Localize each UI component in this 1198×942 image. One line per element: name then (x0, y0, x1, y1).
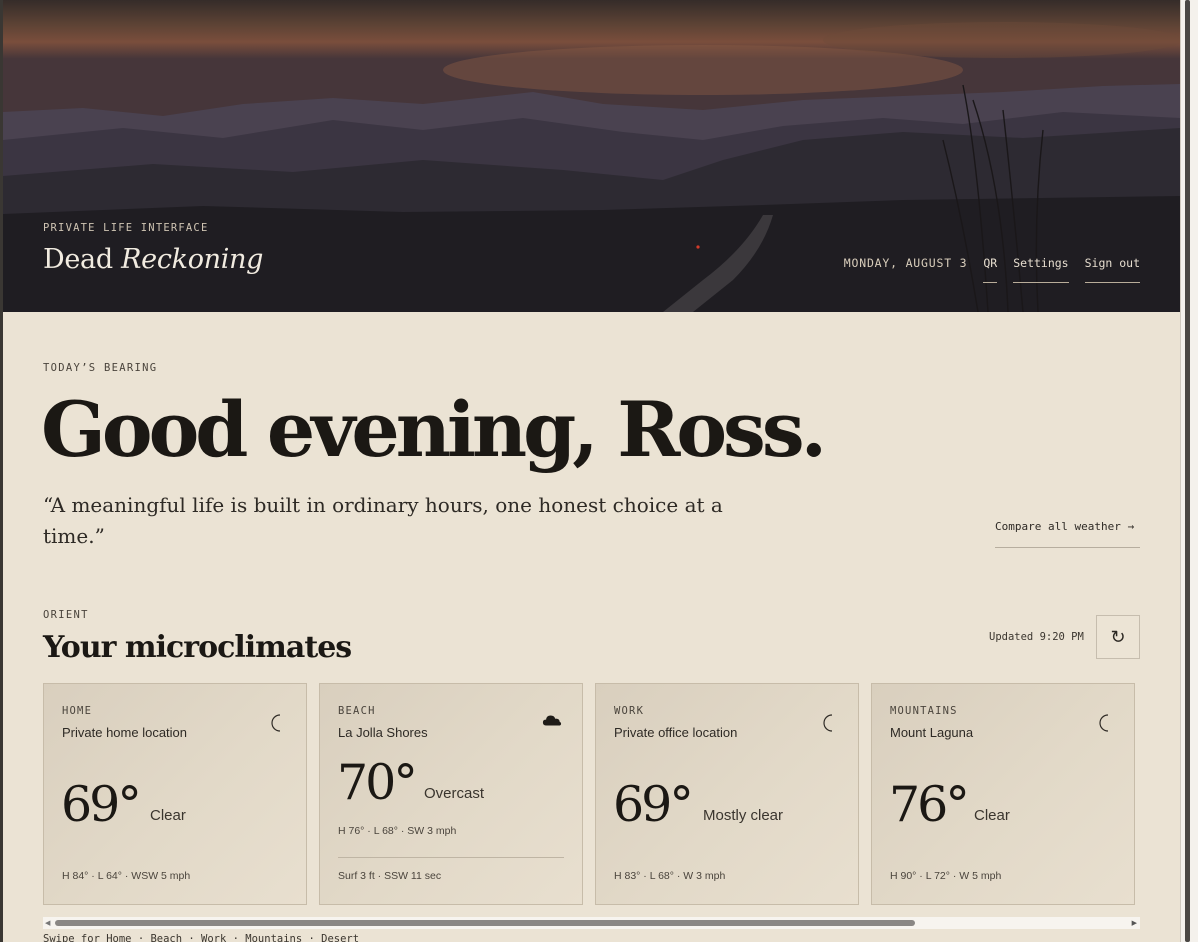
scroll-right-arrow-icon[interactable]: ▶ (1132, 919, 1137, 927)
refresh-icon: ↻ (1110, 626, 1126, 647)
card-temperature: 76° (889, 776, 970, 833)
refresh-button[interactable]: ↻ (1096, 615, 1140, 659)
daily-quote: “A meaningful life is built in ordinary … (43, 493, 723, 548)
card-kind: MOUNTAINS (890, 705, 958, 717)
compare-weather-link[interactable]: Compare all weather → (995, 520, 1140, 548)
updated-timestamp: Updated 9:20 PM (989, 631, 1084, 643)
current-date: MONDAY, AUGUST 3 (843, 256, 968, 270)
header-nav: MONDAY, AUGUST 3 QR Settings Sign out (844, 256, 1140, 283)
microclimate-card-beach[interactable]: BEACH La Jolla Shores 70° Overcast H 76°… (319, 683, 583, 905)
card-details: H 76° · L 68° · SW 3 mph (338, 825, 457, 837)
greeting-heading: Good evening, Ross. (41, 385, 827, 474)
card-place: Private office location (614, 725, 738, 740)
card-temperature: 70° (337, 754, 418, 811)
bearing-label: TODAY’S BEARING (43, 362, 158, 374)
moon-icon (823, 714, 833, 732)
vertical-scrollbar[interactable] (1180, 0, 1198, 942)
card-kind: WORK (614, 705, 645, 717)
card-temperature: 69° (613, 776, 694, 833)
microclimate-carousel[interactable]: HOME Private home location 69° Clear H 8… (43, 683, 1140, 905)
card-condition: Overcast (424, 785, 485, 802)
card-details: H 83° · L 68° · W 3 mph (614, 870, 726, 882)
orient-label: ORIENT (43, 609, 89, 621)
sign-out-link[interactable]: Sign out (1084, 256, 1140, 283)
swipe-hint: Swipe for Home · Beach · Work · Mountain… (43, 933, 360, 942)
microclimate-card-mountains[interactable]: MOUNTAINS Mount Laguna 76° Clear H 90° ·… (871, 683, 1135, 905)
hero-header: PRIVATE LIFE INTERFACE Dead Reckoning MO… (3, 0, 1180, 312)
card-surf-report: Surf 3 ft · SSW 11 sec (338, 870, 442, 882)
card-condition: Mostly clear (703, 807, 784, 824)
moon-icon (271, 714, 281, 732)
card-condition: Clear (150, 807, 186, 824)
qr-link[interactable]: QR (983, 256, 998, 283)
card-kind: HOME (62, 705, 93, 717)
card-details: H 90° · L 72° · W 5 mph (890, 870, 1002, 882)
microclimates-title: Your microclimates (43, 630, 352, 665)
settings-link[interactable]: Settings (1013, 256, 1069, 283)
card-details: H 84° · L 64° · WSW 5 mph (62, 870, 191, 882)
card-place: Private home location (62, 725, 188, 740)
card-divider (338, 857, 564, 858)
cloud-icon (542, 715, 562, 726)
vertical-scrollbar-thumb[interactable] (1185, 0, 1190, 942)
card-kind: BEACH (338, 705, 376, 717)
scroll-left-arrow-icon[interactable]: ◀ (45, 919, 50, 927)
card-temperature: 69° (61, 776, 142, 833)
header-eyebrow: PRIVATE LIFE INTERFACE (43, 222, 209, 234)
microclimate-card-work[interactable]: WORK Private office location 69° Mostly … (595, 683, 859, 905)
card-condition: Clear (974, 807, 1010, 824)
brand-title[interactable]: Dead Reckoning (43, 244, 263, 275)
brand-title-italic: Reckoning (121, 244, 264, 275)
microclimate-card-home[interactable]: HOME Private home location 69° Clear H 8… (43, 683, 307, 905)
card-place: La Jolla Shores (338, 725, 428, 740)
card-place: Mount Laguna (890, 725, 974, 740)
carousel-scrollbar-thumb[interactable] (55, 920, 915, 926)
carousel-scrollbar[interactable]: ◀ ▶ (43, 917, 1140, 929)
brand-title-plain: Dead (43, 244, 113, 275)
moon-icon (1099, 714, 1109, 732)
